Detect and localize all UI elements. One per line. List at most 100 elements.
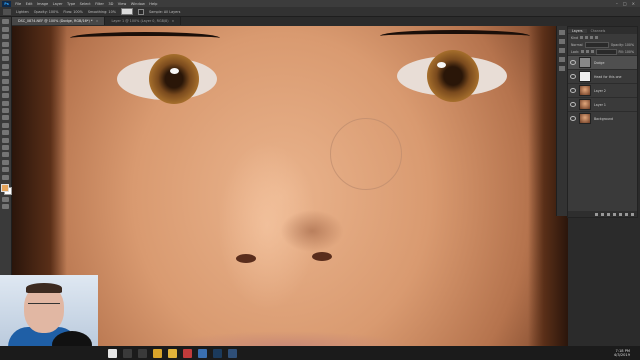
lock-position-icon[interactable] xyxy=(586,50,590,53)
adjustments-panel-icon[interactable] xyxy=(559,57,565,62)
pixel-filter-icon[interactable] xyxy=(580,36,584,39)
smoothing-field[interactable]: Smoothing: 10% xyxy=(88,10,116,14)
type-tool-icon[interactable] xyxy=(2,137,9,143)
healing-brush-tool-icon[interactable] xyxy=(2,71,9,77)
visibility-eye-icon[interactable] xyxy=(570,88,576,93)
visibility-eye-icon[interactable] xyxy=(570,74,576,79)
doc-tab[interactable]: Layer 1 @ 100% (Layer 0, RGB/8) × xyxy=(105,17,182,25)
quick-select-tool-icon[interactable] xyxy=(2,41,9,47)
task-view-icon[interactable] xyxy=(138,348,147,358)
maximize-button[interactable]: □ xyxy=(623,1,627,6)
brush-tool-icon[interactable] xyxy=(2,78,9,84)
sample-layers-select[interactable]: Sample: All Layers xyxy=(149,10,180,14)
quick-mask-icon[interactable] xyxy=(2,196,9,202)
menu-view[interactable]: View xyxy=(118,2,127,6)
doc-tab-active[interactable]: DSC_0874.NEF @ 100% (Dodge, RGB/16*) * × xyxy=(12,17,106,25)
layer-row[interactable]: Layer 2 xyxy=(568,83,637,97)
history-brush-tool-icon[interactable] xyxy=(2,93,9,99)
pen-tool-icon[interactable] xyxy=(2,130,9,136)
kind-filter-select[interactable]: Kind xyxy=(571,36,578,40)
lasso-tool-icon[interactable] xyxy=(2,34,9,40)
doc-tab-label: Layer 1 @ 100% (Layer 0, RGB/8) xyxy=(111,19,169,23)
eraser-tool-icon[interactable] xyxy=(2,100,9,106)
move-tool-icon[interactable] xyxy=(2,19,9,25)
add-mask-icon[interactable] xyxy=(607,212,610,216)
screen-mode-icon[interactable] xyxy=(2,203,9,209)
close-icon[interactable]: × xyxy=(172,19,175,23)
explorer-icon[interactable] xyxy=(168,348,177,358)
crop-tool-icon[interactable] xyxy=(2,48,9,54)
eyedropper-tool-icon[interactable] xyxy=(2,63,9,69)
close-icon[interactable]: × xyxy=(96,19,99,23)
menu-help[interactable]: Help xyxy=(149,2,157,6)
opacity-field[interactable]: Opacity: 100% xyxy=(34,10,59,14)
color-swatch[interactable] xyxy=(120,8,133,15)
tool-preset-picker[interactable] xyxy=(3,8,11,15)
flow-field[interactable]: Flow: 100% xyxy=(63,10,82,14)
layer-row[interactable]: Background xyxy=(568,111,637,125)
menu-window[interactable]: Window xyxy=(131,2,145,6)
visibility-eye-icon[interactable] xyxy=(570,60,576,65)
frame-tool-icon[interactable] xyxy=(2,56,9,62)
shape-filter-icon[interactable] xyxy=(595,36,599,39)
shape-tool-icon[interactable] xyxy=(2,152,9,158)
zoom-tool-icon[interactable] xyxy=(2,167,9,173)
tab-layers[interactable]: Layers xyxy=(568,28,587,33)
layer-row[interactable]: Head for this one xyxy=(568,69,637,83)
menu-type[interactable]: Type xyxy=(67,2,75,6)
marquee-tool-icon[interactable] xyxy=(2,26,9,32)
visibility-eye-icon[interactable] xyxy=(570,102,576,107)
layer-filter-row: Kind xyxy=(568,34,637,41)
chrome-icon[interactable] xyxy=(153,348,162,358)
adjustment-layer-icon[interactable] xyxy=(613,212,616,216)
delete-layer-icon[interactable] xyxy=(631,212,634,216)
app-icon[interactable] xyxy=(198,348,207,358)
menu-edit[interactable]: Edit xyxy=(26,2,33,6)
minimize-button[interactable]: – xyxy=(616,1,618,6)
menu-file[interactable]: File xyxy=(15,2,21,6)
color-picker[interactable] xyxy=(1,183,12,195)
taskbar-clock[interactable]: 7:18 PM 4/3/2019 xyxy=(614,349,630,357)
adjustment-filter-icon[interactable] xyxy=(585,36,589,39)
clone-stamp-tool-icon[interactable] xyxy=(2,85,9,91)
new-group-icon[interactable] xyxy=(619,212,622,216)
windows-icon[interactable] xyxy=(108,348,117,358)
menu-select[interactable]: Select xyxy=(80,2,91,6)
menu-layer[interactable]: Layer xyxy=(53,2,63,6)
foreground-color-swatch[interactable] xyxy=(1,183,9,192)
menu-filter[interactable]: Filter xyxy=(95,2,104,6)
lock-all-icon[interactable] xyxy=(591,50,595,53)
search-icon[interactable] xyxy=(123,348,132,358)
photoshop-logo-icon[interactable]: Ps xyxy=(2,0,11,7)
menu-3d[interactable]: 3D xyxy=(108,2,113,6)
new-layer-icon[interactable] xyxy=(625,212,628,216)
dodge-tool-icon[interactable] xyxy=(2,122,9,128)
history-panel-icon[interactable] xyxy=(559,30,565,35)
media-icon[interactable] xyxy=(183,348,192,358)
layer-row[interactable]: Dodge xyxy=(568,55,637,69)
path-select-tool-icon[interactable] xyxy=(2,145,9,151)
hand-tool-icon[interactable] xyxy=(2,159,9,165)
properties-panel-icon[interactable] xyxy=(559,39,565,44)
menu-image[interactable]: Image xyxy=(37,2,48,6)
sample-checkbox[interactable] xyxy=(137,8,144,15)
layer-opacity-field[interactable]: Opacity: 100% xyxy=(611,43,634,47)
visibility-eye-icon[interactable] xyxy=(570,116,576,121)
brush-panel-icon[interactable] xyxy=(559,48,565,53)
close-button[interactable]: × xyxy=(632,1,635,6)
mode-select[interactable]: Lighten xyxy=(16,10,29,14)
layer-row[interactable]: Layer 1 xyxy=(568,97,637,111)
lightroom-icon[interactable] xyxy=(228,348,237,358)
character-panel-icon[interactable] xyxy=(559,66,565,71)
blend-mode-select[interactable]: Normal xyxy=(571,43,583,47)
gradient-tool-icon[interactable] xyxy=(2,108,9,114)
fill-field[interactable]: Fill: 100% xyxy=(619,50,634,54)
tab-channels[interactable]: Channels xyxy=(587,29,610,33)
more-tools-icon[interactable] xyxy=(2,174,9,180)
layer-style-icon[interactable] xyxy=(601,212,604,216)
link-layers-icon[interactable] xyxy=(595,212,598,216)
type-filter-icon[interactable] xyxy=(590,36,594,39)
blur-tool-icon[interactable] xyxy=(2,115,9,121)
lock-pixels-icon[interactable] xyxy=(581,50,585,53)
photoshop-icon[interactable] xyxy=(213,348,222,358)
